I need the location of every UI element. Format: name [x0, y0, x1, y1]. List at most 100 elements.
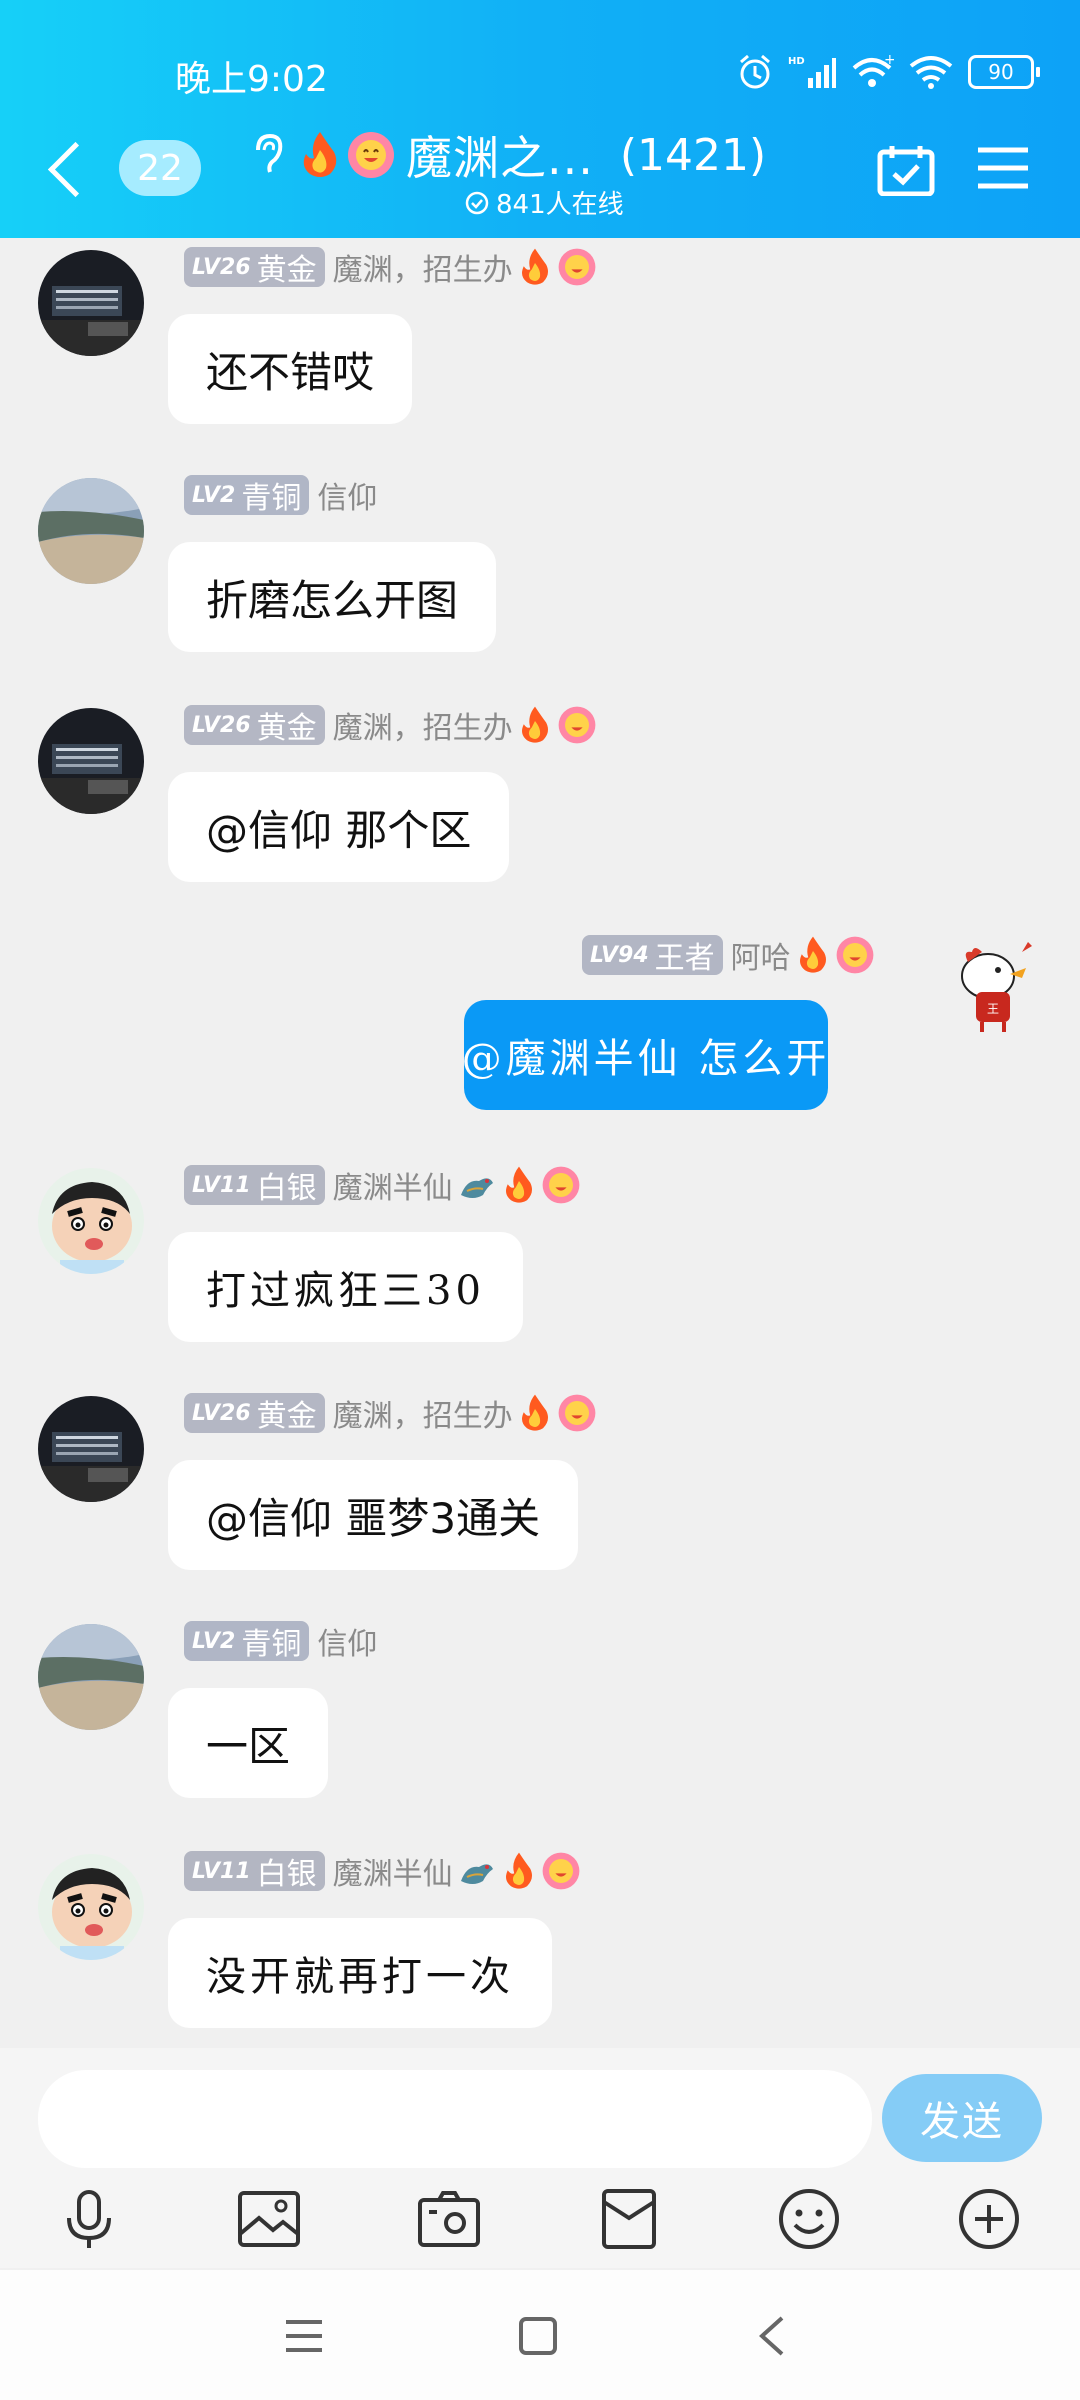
calendar-check-icon[interactable] — [876, 144, 936, 196]
svg-text:王: 王 — [987, 1002, 999, 1016]
fire-icon — [303, 132, 337, 177]
message-bubble[interactable]: @魔渊半仙 怎么开 — [462, 1000, 828, 1110]
sender-name[interactable]: 魔渊，招生办 — [333, 1391, 513, 1435]
smile-flower-icon — [836, 936, 874, 974]
message-input[interactable] — [38, 2070, 872, 2168]
rank-label: 白银 — [256, 1857, 317, 1892]
voice-button[interactable] — [54, 2184, 124, 2254]
battery-level: 90 — [968, 55, 1034, 89]
signal-2-icon: + — [852, 54, 894, 87]
online-status: 841人在线 — [464, 184, 624, 221]
level-number: LV2 — [192, 1628, 236, 1654]
emoji-button[interactable] — [774, 2184, 844, 2254]
rank-label: 王者 — [654, 941, 715, 976]
level-number: LV26 — [192, 712, 251, 738]
level-badge: LV11 白银 — [184, 1165, 325, 1206]
message-meta: LV11 白银 魔渊半仙 — [184, 1850, 581, 1892]
red-packet-icon — [602, 2189, 656, 2249]
sender-name[interactable]: 阿哈 — [731, 933, 791, 977]
chat-header: 晚上9:02 HD + 90 22 魔渊之... (1421) 841人在线 — [0, 0, 1080, 238]
message-text: @信仰 那个区 — [206, 805, 472, 855]
level-number: LV11 — [192, 1858, 251, 1884]
ear-icon — [256, 133, 283, 173]
message-bubble[interactable]: 一区 — [168, 1688, 329, 1798]
recents-icon[interactable] — [284, 2318, 324, 2354]
system-nav-bar — [0, 2270, 1080, 2400]
avatar[interactable] — [38, 1854, 144, 1960]
red-packet-button[interactable] — [594, 2184, 664, 2254]
emoji-icon — [779, 2189, 839, 2249]
battery-icon: 90 — [968, 55, 1040, 89]
message-meta: LV94 王者 阿哈 — [582, 934, 875, 976]
dragon-icon — [460, 1178, 493, 1198]
input-bar: 发送 — [0, 2048, 1080, 2268]
sender-name[interactable]: 信仰 — [317, 1619, 377, 1663]
avatar[interactable] — [38, 708, 144, 814]
image-icon — [238, 2191, 300, 2247]
rank-label: 黄金 — [256, 1399, 317, 1434]
avatar[interactable] — [38, 1396, 144, 1502]
level-number: LV11 — [192, 1172, 251, 1198]
check-circle-icon — [465, 191, 489, 214]
level-badge: LV94 王者 — [582, 935, 723, 976]
message-text: 打过疯狂三30 — [206, 1268, 485, 1314]
level-number: LV2 — [192, 482, 236, 508]
back-nav-icon[interactable] — [756, 2314, 786, 2358]
sender-name[interactable]: 魔渊半仙 — [333, 1163, 453, 1207]
message-meta: LV26 黄金 魔渊，招生办 — [184, 1392, 597, 1434]
level-badge: LV2 青铜 — [184, 1621, 310, 1662]
wifi-icon — [909, 56, 953, 89]
sender-name[interactable]: 信仰 — [317, 473, 377, 517]
smile-flower-icon — [558, 248, 596, 286]
group-name: 魔渊之... — [406, 131, 594, 185]
rank-label: 青铜 — [241, 1627, 302, 1662]
rank-label: 黄金 — [256, 711, 317, 746]
unread-count-badge: 22 — [119, 140, 201, 196]
camera-button[interactable] — [414, 2184, 484, 2254]
smile-flower-icon — [348, 132, 394, 178]
fire-icon — [505, 1166, 532, 1203]
message-text: 还不错哎 — [206, 347, 375, 397]
avatar[interactable] — [38, 478, 144, 584]
message-bubble[interactable]: @信仰 那个区 — [168, 772, 510, 882]
menu-icon[interactable] — [976, 144, 1030, 192]
rank-label: 黄金 — [256, 253, 317, 288]
chat-title[interactable]: 魔渊之... (1421) — [250, 122, 770, 188]
level-number: LV94 — [590, 942, 649, 968]
fire-icon — [521, 248, 548, 285]
message-meta: LV2 青铜 信仰 — [184, 1620, 377, 1662]
message-bubble[interactable]: 折磨怎么开图 — [168, 542, 497, 652]
microphone-icon — [67, 2190, 111, 2248]
home-icon[interactable] — [518, 2316, 558, 2356]
message-meta: LV11 白银 魔渊半仙 — [184, 1164, 581, 1206]
message-bubble[interactable]: 没开就再打一次 — [168, 1918, 552, 2028]
message-bubble[interactable]: 还不错哎 — [168, 314, 413, 424]
avatar[interactable] — [38, 1624, 144, 1730]
back-button[interactable]: 22 — [47, 140, 201, 197]
dragon-icon — [460, 1864, 493, 1884]
fire-icon — [521, 706, 548, 743]
more-button[interactable] — [954, 2184, 1024, 2254]
status-time: 晚上9:02 — [175, 59, 328, 100]
sender-name[interactable]: 魔渊，招生办 — [333, 703, 513, 747]
send-button[interactable]: 发送 — [882, 2074, 1042, 2162]
level-number: LV26 — [192, 254, 251, 280]
avatar[interactable] — [38, 250, 144, 356]
svg-text:+: + — [884, 54, 894, 68]
fire-icon — [521, 1394, 548, 1431]
level-badge: LV26 黄金 — [184, 1393, 325, 1434]
message-bubble[interactable]: @信仰 噩梦3通关 — [168, 1460, 579, 1570]
message-meta: LV26 黄金 魔渊，招生办 — [184, 704, 597, 746]
smile-flower-icon — [542, 1852, 580, 1890]
avatar[interactable]: 王 — [942, 934, 1048, 1040]
smile-flower-icon — [542, 1166, 580, 1204]
message-list[interactable]: LV26 黄金 魔渊，招生办 还不错哎 LV2 青铜 信仰 折磨怎么开图 LV26 黄… — [0, 238, 1080, 2048]
avatar[interactable] — [38, 1168, 144, 1274]
message-text: @信仰 噩梦3通关 — [206, 1493, 541, 1543]
member-count: (1421) — [619, 129, 767, 181]
sender-name[interactable]: 魔渊，招生办 — [333, 245, 513, 289]
message-bubble[interactable]: 打过疯狂三30 — [168, 1232, 523, 1342]
sender-name[interactable]: 魔渊半仙 — [333, 1849, 453, 1893]
message-text: 折磨怎么开图 — [206, 575, 459, 625]
image-button[interactable] — [234, 2184, 304, 2254]
